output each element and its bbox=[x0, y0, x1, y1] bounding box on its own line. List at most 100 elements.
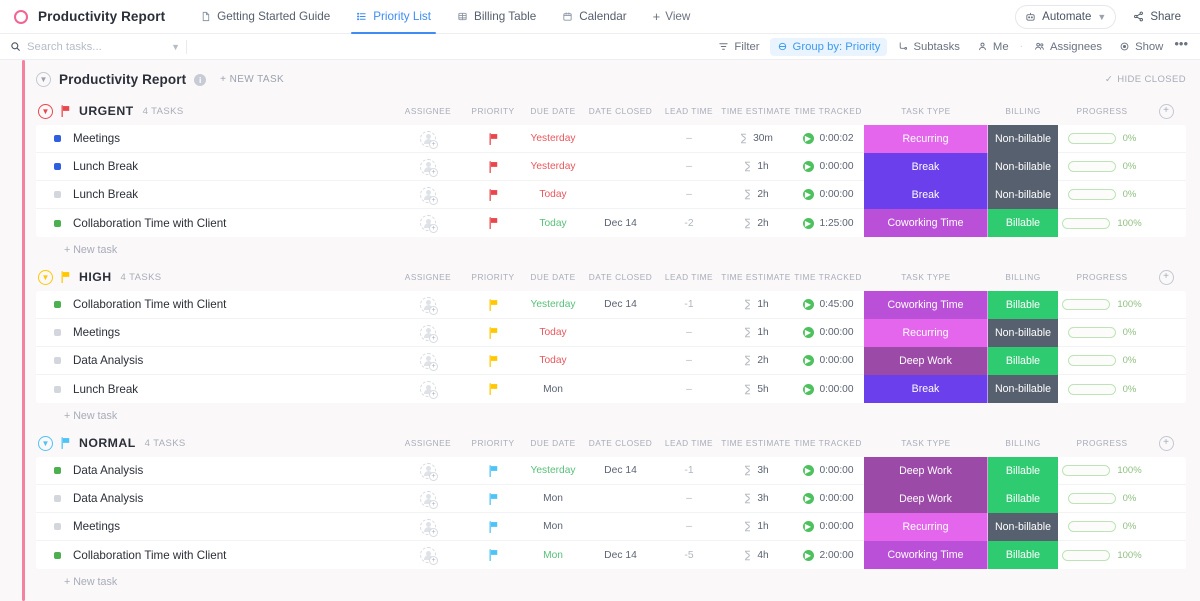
progress-cell[interactable]: 100% bbox=[1058, 209, 1146, 237]
time-estimate-cell[interactable]: 2h bbox=[720, 181, 792, 208]
due-date-cell[interactable]: Today bbox=[523, 319, 583, 346]
date-closed-cell[interactable] bbox=[583, 375, 658, 403]
column-header[interactable]: PRIORITY bbox=[463, 106, 523, 116]
due-date-cell[interactable]: Yesterday bbox=[523, 457, 583, 484]
progress-cell[interactable]: 100% bbox=[1058, 541, 1146, 569]
column-header[interactable]: TIME TRACKED bbox=[792, 438, 864, 448]
task-type-cell[interactable]: Recurring bbox=[864, 125, 988, 153]
assignee-cell[interactable]: + bbox=[393, 291, 463, 318]
task-name-cell[interactable]: Lunch Break bbox=[36, 160, 393, 173]
hide-closed-toggle[interactable]: ✓ HIDE CLOSED bbox=[1105, 74, 1186, 85]
avatar[interactable]: + bbox=[420, 130, 438, 149]
avatar[interactable]: + bbox=[420, 324, 438, 343]
due-date-cell[interactable]: Today bbox=[523, 209, 583, 237]
avatar[interactable]: + bbox=[420, 490, 438, 509]
column-header[interactable]: PRIORITY bbox=[463, 438, 523, 448]
play-icon[interactable]: ▶ bbox=[802, 133, 814, 144]
collapse-list-icon[interactable]: ▼ bbox=[36, 72, 51, 87]
billing-cell[interactable]: Billable bbox=[988, 457, 1058, 485]
column-header[interactable]: TIME ESTIMATE bbox=[720, 106, 792, 116]
play-icon[interactable]: ▶ bbox=[802, 549, 814, 561]
new-task-row[interactable]: + New task bbox=[36, 237, 1186, 263]
lead-time-cell[interactable]: – bbox=[658, 513, 720, 540]
column-header[interactable]: BILLING bbox=[988, 272, 1058, 282]
time-tracked-cell[interactable]: ▶ 0:00:00 bbox=[792, 457, 864, 484]
due-date-cell[interactable]: Yesterday bbox=[523, 291, 583, 318]
progress-cell[interactable]: 0% bbox=[1058, 347, 1146, 374]
time-tracked-cell[interactable]: ▶ 1:25:00 bbox=[792, 209, 864, 237]
time-estimate-cell[interactable]: 5h bbox=[720, 375, 792, 403]
task-name-cell[interactable]: Meetings bbox=[36, 326, 393, 339]
progress-cell[interactable]: 0% bbox=[1058, 181, 1146, 208]
time-estimate-cell[interactable]: 30m bbox=[720, 125, 792, 152]
status-dot-icon[interactable] bbox=[54, 523, 61, 530]
task-type-cell[interactable]: Break bbox=[864, 180, 988, 209]
automate-button[interactable]: Automate ▼ bbox=[1015, 4, 1117, 29]
lead-time-cell[interactable]: – bbox=[658, 181, 720, 208]
tab-getting-started-guide[interactable]: Getting Started Guide bbox=[187, 0, 343, 34]
task-name-cell[interactable]: Meetings bbox=[36, 132, 393, 145]
lead-time-cell[interactable]: – bbox=[658, 153, 720, 180]
priority-cell[interactable] bbox=[463, 457, 523, 484]
column-header[interactable]: PROGRESS bbox=[1058, 438, 1146, 448]
add-column-button[interactable]: + bbox=[1158, 269, 1174, 285]
date-closed-cell[interactable] bbox=[583, 513, 658, 540]
column-header[interactable]: ASSIGNEE bbox=[393, 438, 463, 448]
avatar[interactable]: + bbox=[420, 158, 438, 177]
play-icon[interactable]: ▶ bbox=[802, 355, 814, 366]
progress-cell[interactable]: 100% bbox=[1058, 457, 1146, 484]
time-tracked-cell[interactable]: ▶ 0:00:00 bbox=[792, 319, 864, 346]
due-date-cell[interactable]: Mon bbox=[523, 485, 583, 512]
column-header[interactable]: TASK TYPE bbox=[864, 272, 988, 282]
table-row[interactable]: Collaboration Time with Client + Today De… bbox=[36, 209, 1186, 237]
task-name-cell[interactable]: Collaboration Time with Client bbox=[36, 217, 393, 230]
table-row[interactable]: Collaboration Time with Client + Yesterd… bbox=[36, 291, 1186, 319]
lead-time-cell[interactable]: – bbox=[658, 485, 720, 512]
due-date-cell[interactable]: Today bbox=[523, 347, 583, 374]
date-closed-cell[interactable]: Dec 14 bbox=[583, 291, 658, 318]
filter-assignees[interactable]: Assignees bbox=[1027, 38, 1109, 56]
search-input[interactable] bbox=[27, 40, 139, 53]
task-name-cell[interactable]: Collaboration Time with Client bbox=[36, 298, 393, 311]
time-tracked-cell[interactable]: ▶ 0:00:02 bbox=[792, 125, 864, 152]
due-date-cell[interactable]: Today bbox=[523, 181, 583, 208]
progress-cell[interactable]: 0% bbox=[1058, 485, 1146, 512]
status-dot-icon[interactable] bbox=[54, 357, 61, 364]
tab-priority-list[interactable]: Priority List bbox=[343, 0, 444, 34]
play-icon[interactable]: ▶ bbox=[802, 465, 814, 476]
lead-time-cell[interactable]: -1 bbox=[658, 291, 720, 318]
status-dot-icon[interactable] bbox=[54, 467, 61, 474]
column-header[interactable]: DUE DATE bbox=[523, 106, 583, 116]
filter-group-by-priority[interactable]: Group by: Priority bbox=[769, 37, 888, 56]
task-name-cell[interactable]: Data Analysis bbox=[36, 492, 393, 505]
table-row[interactable]: Meetings + Mon – 1h ▶ 0:00:00 Recurring Non-b… bbox=[36, 512, 1186, 541]
play-icon[interactable]: ▶ bbox=[802, 327, 814, 338]
time-estimate-cell[interactable]: 3h bbox=[720, 485, 792, 512]
assignee-cell[interactable]: + bbox=[393, 181, 463, 208]
priority-cell[interactable] bbox=[463, 153, 523, 180]
billing-cell[interactable]: Billable bbox=[988, 209, 1058, 237]
priority-cell[interactable] bbox=[463, 485, 523, 512]
task-name-cell[interactable]: Lunch Break bbox=[36, 188, 393, 201]
date-closed-cell[interactable]: Dec 14 bbox=[583, 541, 658, 569]
filter-filter[interactable]: Filter bbox=[711, 38, 766, 56]
task-type-cell[interactable]: Break bbox=[864, 152, 988, 181]
assignee-cell[interactable]: + bbox=[393, 485, 463, 512]
play-icon[interactable]: ▶ bbox=[802, 161, 814, 172]
time-tracked-cell[interactable]: ▶ 0:00:00 bbox=[792, 347, 864, 374]
lead-time-cell[interactable]: – bbox=[658, 375, 720, 403]
play-icon[interactable]: ▶ bbox=[802, 383, 814, 395]
status-dot-icon[interactable] bbox=[54, 551, 61, 559]
billing-cell[interactable]: Non-billable bbox=[988, 152, 1058, 181]
due-date-cell[interactable]: Yesterday bbox=[523, 125, 583, 152]
assignee-cell[interactable]: + bbox=[393, 457, 463, 484]
time-tracked-cell[interactable]: ▶ 0:00:00 bbox=[792, 375, 864, 403]
filter-me[interactable]: Me bbox=[970, 38, 1016, 56]
due-date-cell[interactable]: Mon bbox=[523, 375, 583, 403]
priority-cell[interactable] bbox=[463, 541, 523, 569]
tab-calendar[interactable]: Calendar bbox=[549, 0, 639, 34]
billing-cell[interactable]: Billable bbox=[988, 346, 1058, 375]
play-icon[interactable]: ▶ bbox=[802, 217, 814, 229]
lead-time-cell[interactable]: – bbox=[658, 125, 720, 152]
time-estimate-cell[interactable]: 4h bbox=[720, 541, 792, 569]
